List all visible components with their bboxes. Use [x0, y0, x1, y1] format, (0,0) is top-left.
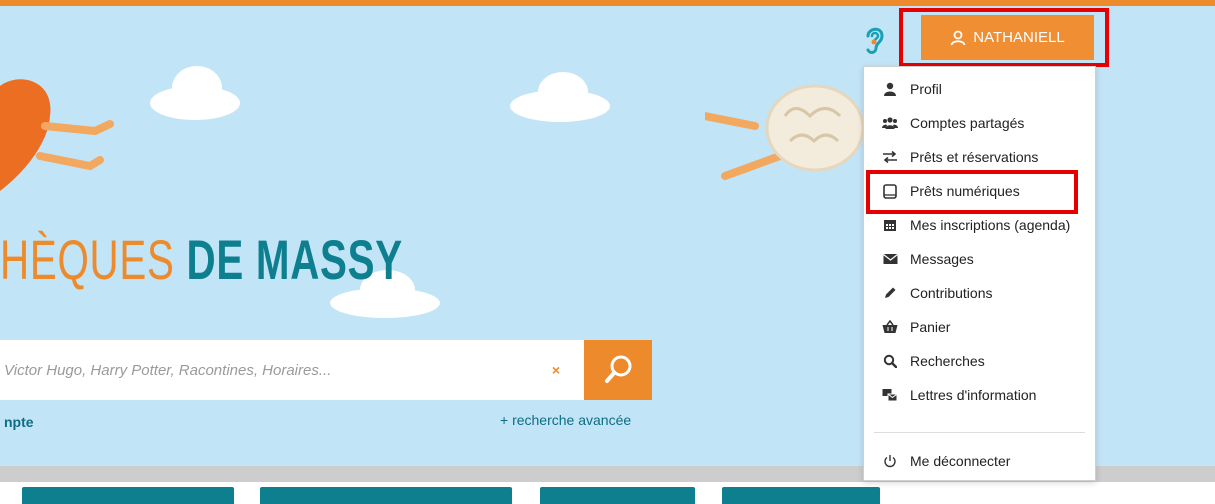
menu-item-label: Messages	[910, 251, 974, 267]
menu-item-prets-reservations[interactable]: Prêts et réservations	[882, 144, 1038, 170]
menu-item-label: Me déconnecter	[910, 453, 1011, 469]
menu-item-recherches[interactable]: Recherches	[882, 348, 985, 374]
newsletter-icon	[882, 387, 898, 403]
basket-icon	[882, 319, 898, 335]
nav-tab[interactable]	[722, 487, 880, 504]
menu-item-label: Recherches	[910, 353, 985, 369]
menu-item-label: Contributions	[910, 285, 993, 301]
highlight-box	[899, 8, 1109, 67]
envelope-icon	[882, 251, 898, 267]
site-title: HÈQUES DE MASSY	[0, 230, 403, 290]
heart-character-illustration	[0, 79, 114, 191]
clear-search-button[interactable]: ×	[528, 340, 584, 400]
menu-item-label: Comptes partagés	[910, 115, 1025, 131]
search-icon	[882, 353, 898, 369]
menu-item-contributions[interactable]: Contributions	[882, 280, 993, 306]
user-dropdown-menu: Profil Comptes partagés Prêts et réserva…	[863, 66, 1096, 481]
search-box	[0, 340, 528, 400]
menu-item-label: Lettres d'information	[910, 387, 1037, 403]
brain-character-illustration	[705, 84, 865, 180]
menu-item-label: Panier	[910, 319, 951, 335]
nav-tab[interactable]	[540, 487, 695, 504]
nav-tab[interactable]	[22, 487, 234, 504]
site-title-part1: HÈQUES	[0, 228, 175, 291]
menu-item-comptes-partages[interactable]: Comptes partagés	[882, 110, 1024, 136]
power-icon	[882, 453, 898, 469]
search-input[interactable]	[0, 340, 514, 400]
calendar-icon	[882, 217, 898, 233]
search-button[interactable]	[584, 340, 652, 400]
menu-item-panier[interactable]: Panier	[882, 314, 950, 340]
menu-divider	[874, 432, 1085, 433]
menu-item-messages[interactable]: Messages	[882, 246, 974, 272]
menu-item-label: Mes inscriptions (agenda)	[910, 217, 1071, 233]
users-icon	[882, 115, 898, 131]
exchange-icon	[882, 149, 898, 165]
nav-tab[interactable]	[260, 487, 512, 504]
user-icon	[882, 81, 898, 97]
menu-item-label: Prêts et réservations	[910, 149, 1039, 165]
menu-item-logout[interactable]: Me déconnecter	[882, 448, 1010, 474]
menu-item-lettres-information[interactable]: Lettres d'information	[882, 382, 1036, 408]
pencil-icon	[882, 285, 898, 301]
menu-item-profil[interactable]: Profil	[882, 76, 942, 102]
hearing-icon[interactable]	[860, 22, 888, 58]
menu-item-label: Profil	[910, 81, 942, 97]
highlight-box	[866, 170, 1078, 214]
advanced-search-link[interactable]: + recherche avancée	[500, 412, 631, 428]
site-title-part2: DE MASSY	[186, 228, 403, 291]
menu-item-mes-inscriptions[interactable]: Mes inscriptions (agenda)	[882, 212, 1070, 238]
account-link[interactable]: npte	[4, 414, 34, 430]
search-icon	[605, 355, 632, 383]
